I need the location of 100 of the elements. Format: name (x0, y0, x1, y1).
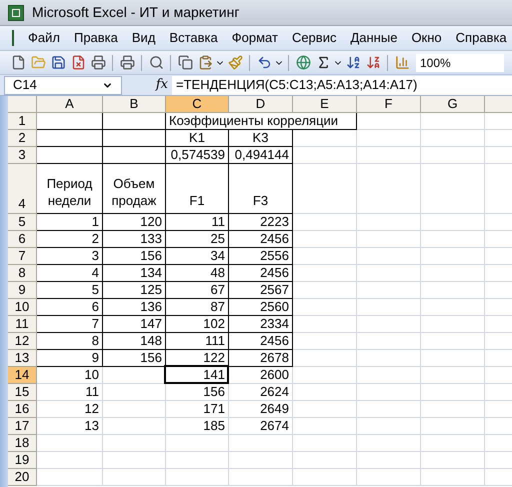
table-cell[interactable] (103, 130, 166, 147)
table-cell[interactable] (103, 147, 166, 164)
table-cell[interactable]: 0,574539 (166, 147, 229, 164)
table-cell[interactable]: 156 (166, 384, 229, 401)
table-cell[interactable]: 2560 (229, 299, 293, 316)
table-cell[interactable]: 147 (103, 316, 166, 333)
table-cell[interactable] (37, 130, 103, 147)
row-header[interactable]: 15 (8, 384, 37, 401)
menu-item[interactable]: Файл (28, 28, 60, 48)
table-cell[interactable]: 87 (166, 299, 229, 316)
row-header[interactable]: 8 (8, 265, 37, 282)
table-cell[interactable]: Период недели (37, 164, 103, 214)
table-cell[interactable]: 133 (103, 231, 166, 248)
table-cell[interactable]: 11 (37, 384, 103, 401)
table-cell[interactable]: 2334 (229, 316, 293, 333)
table-cell[interactable]: 156 (103, 248, 166, 265)
table-cell[interactable]: 4 (37, 265, 103, 282)
table-cell[interactable]: 48 (166, 265, 229, 282)
table-cell[interactable]: 2567 (229, 282, 293, 299)
table-cell[interactable]: 2 (37, 231, 103, 248)
row-header[interactable]: 19 (8, 452, 37, 469)
table-cell[interactable]: 13 (37, 418, 103, 435)
row-header[interactable]: 14 (8, 367, 37, 384)
table-cell[interactable]: 10 (37, 367, 103, 384)
row-header[interactable]: 4 (8, 164, 37, 214)
table-cell[interactable]: 102 (166, 316, 229, 333)
table-cell[interactable]: 34 (166, 248, 229, 265)
row-header[interactable]: 11 (8, 316, 37, 333)
column-header[interactable]: G (421, 96, 485, 112)
name-box[interactable]: C14 (4, 76, 122, 94)
menu-item[interactable]: Вид (132, 28, 156, 48)
row-header[interactable]: 3 (8, 147, 37, 164)
menu-item[interactable]: Правка (74, 28, 118, 48)
table-cell[interactable]: 9 (37, 350, 103, 367)
row-header[interactable]: 10 (8, 299, 37, 316)
table-cell[interactable]: 156 (103, 350, 166, 367)
column-header[interactable]: E (293, 96, 357, 112)
table-cell[interactable]: 2456 (229, 231, 293, 248)
table-cell[interactable]: 6 (37, 299, 103, 316)
table-cell[interactable]: 8 (37, 333, 103, 350)
table-cell[interactable]: Коэффициенты корреляции (166, 113, 357, 130)
table-cell[interactable] (103, 113, 166, 130)
table-cell[interactable]: F3 (229, 164, 293, 214)
menu-item[interactable]: Окно (411, 28, 442, 48)
table-cell[interactable]: 148 (103, 333, 166, 350)
row-header[interactable]: 17 (8, 418, 37, 435)
table-cell[interactable]: 185 (166, 418, 229, 435)
table-cell[interactable] (37, 147, 103, 164)
table-cell[interactable]: 2674 (229, 418, 293, 435)
row-header[interactable]: 13 (8, 350, 37, 367)
menu-item[interactable]: Данные (350, 28, 398, 48)
row-header[interactable]: 20 (8, 469, 37, 486)
menu-item[interactable]: Вставка (169, 28, 218, 48)
table-cell[interactable]: 120 (103, 214, 166, 231)
column-header[interactable]: D (229, 96, 293, 112)
table-cell[interactable]: 25 (166, 231, 229, 248)
row-header[interactable]: 18 (8, 435, 37, 452)
table-cell[interactable] (37, 113, 103, 130)
table-cell[interactable]: 136 (103, 299, 166, 316)
menu-item[interactable]: Сервис (292, 28, 336, 48)
menu-item[interactable]: Формат (232, 28, 278, 48)
function-button[interactable]: fx (156, 75, 168, 95)
table-cell[interactable]: 0,494144 (229, 147, 293, 164)
table-cell[interactable]: 2678 (229, 350, 293, 367)
table-cell[interactable]: 134 (103, 265, 166, 282)
table-cell[interactable]: 141 (166, 367, 229, 384)
column-header[interactable]: F (357, 96, 421, 112)
row-header[interactable]: 6 (8, 231, 37, 248)
table-cell[interactable]: 67 (166, 282, 229, 299)
row-header[interactable]: 16 (8, 401, 37, 418)
table-cell[interactable]: 122 (166, 350, 229, 367)
row-header[interactable]: 2 (8, 130, 37, 147)
row-header[interactable]: 7 (8, 248, 37, 265)
table-cell[interactable]: K3 (229, 130, 293, 147)
table-cell[interactable]: 2600 (229, 367, 293, 384)
table-cell[interactable]: K1 (166, 130, 229, 147)
table-cell[interactable]: 2649 (229, 401, 293, 418)
row-header[interactable]: 9 (8, 282, 37, 299)
table-cell[interactable]: 2223 (229, 214, 293, 231)
table-cell[interactable]: F1 (166, 164, 229, 214)
row-header[interactable]: 1 (8, 113, 37, 130)
row-header[interactable]: 5 (8, 214, 37, 231)
formula-field[interactable]: =ТЕНДЕНЦИЯ(C5:C13;A5:A13;A14:A17) (172, 76, 512, 94)
table-cell[interactable]: 11 (166, 214, 229, 231)
table-cell[interactable]: 5 (37, 282, 103, 299)
table-cell[interactable]: 3 (37, 248, 103, 265)
table-cell[interactable]: 2556 (229, 248, 293, 265)
column-header[interactable]: C (166, 96, 229, 112)
table-cell[interactable]: 125 (103, 282, 166, 299)
table-cell[interactable]: 2456 (229, 333, 293, 350)
menu-item[interactable]: Справка (456, 28, 507, 48)
table-cell[interactable]: Объем продаж (103, 164, 166, 214)
table-cell[interactable]: 2624 (229, 384, 293, 401)
row-header[interactable]: 12 (8, 333, 37, 350)
zoom-field[interactable]: 100% (416, 54, 504, 72)
table-cell[interactable]: 7 (37, 316, 103, 333)
table-cell[interactable]: 171 (166, 401, 229, 418)
table-cell[interactable]: 2456 (229, 265, 293, 282)
column-header[interactable]: A (37, 96, 103, 112)
table-cell[interactable]: 12 (37, 401, 103, 418)
